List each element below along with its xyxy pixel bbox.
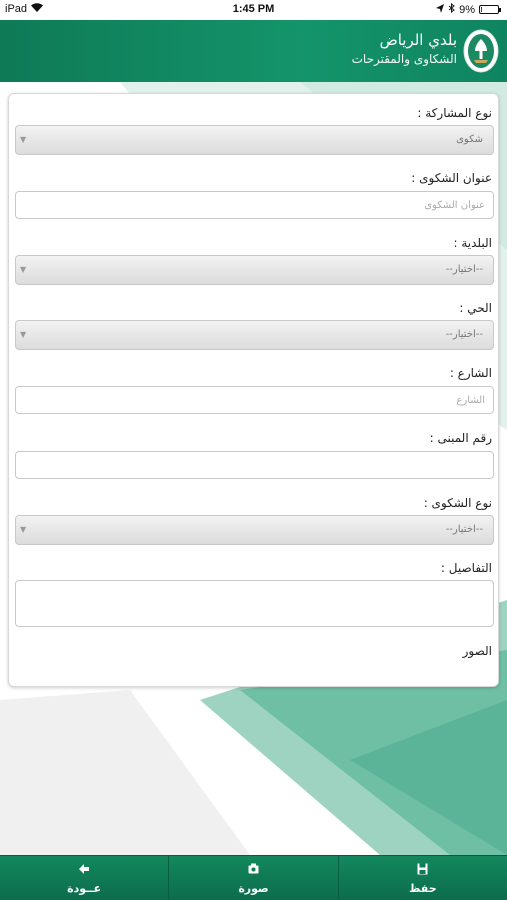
dropdown-arrow-icon: ▼ bbox=[20, 525, 27, 534]
status-time: 1:45 PM bbox=[232, 3, 275, 15]
dropdown-arrow-icon: ▼ bbox=[20, 265, 27, 274]
photos-label: الصور bbox=[462, 644, 492, 658]
save-label: حفظ bbox=[409, 882, 437, 895]
riyadh-emblem-icon bbox=[463, 29, 499, 73]
battery-percent: 9% bbox=[459, 3, 475, 16]
street-placeholder: الشارع bbox=[456, 395, 485, 406]
street-input[interactable]: الشارع bbox=[15, 386, 494, 414]
location-icon bbox=[436, 3, 445, 16]
street-label: الشارع : bbox=[449, 366, 492, 380]
district-value: --اختيار-- bbox=[445, 329, 483, 340]
back-button[interactable]: عــودة bbox=[0, 856, 168, 900]
details-textarea[interactable] bbox=[15, 580, 494, 627]
back-label: عــودة bbox=[67, 882, 102, 895]
camera-icon bbox=[169, 863, 337, 877]
floppy-disk-icon bbox=[339, 863, 507, 877]
status-right: 9% bbox=[436, 2, 501, 16]
complaint-form: نوع المشاركة : شكوى ▼ عنوان الشكوى : عنو… bbox=[8, 93, 499, 687]
complaint-title-input[interactable]: عنوان الشكوى bbox=[15, 191, 494, 219]
status-bar: iPad 1:45 PM 9% bbox=[0, 0, 507, 20]
complaint-title-placeholder: عنوان الشكوى bbox=[424, 200, 485, 211]
municipality-value: --اختيار-- bbox=[445, 264, 483, 275]
participation-type-label: نوع المشاركة : bbox=[417, 106, 492, 120]
dropdown-arrow-icon: ▼ bbox=[20, 330, 27, 339]
participation-type-value: شكوى bbox=[456, 134, 483, 145]
page-title: الشكاوى والمقترحات bbox=[351, 52, 457, 66]
district-select[interactable]: --اختيار-- ▼ bbox=[15, 320, 494, 350]
header-titles: بلدي الرياض الشكاوى والمقترحات bbox=[352, 30, 457, 68]
complaint-type-value: --اختيار-- bbox=[445, 524, 483, 535]
app-header: بلدي الرياض الشكاوى والمقترحات bbox=[0, 20, 507, 82]
dropdown-arrow-icon: ▼ bbox=[20, 135, 27, 144]
building-number-input[interactable] bbox=[15, 451, 494, 479]
photo-button[interactable]: صورة bbox=[168, 856, 337, 900]
bluetooth-icon bbox=[448, 2, 455, 16]
municipality-label: البلدية : bbox=[453, 236, 492, 250]
building-number-label: رقم المبنى : bbox=[429, 431, 492, 445]
complaint-type-select[interactable]: --اختيار-- ▼ bbox=[15, 515, 494, 545]
participation-type-select[interactable]: شكوى ▼ bbox=[15, 125, 494, 155]
app-title: بلدي الرياض bbox=[379, 31, 457, 49]
bottom-toolbar: عــودة صورة حفظ bbox=[0, 855, 507, 900]
details-label: التفاصيل : bbox=[440, 561, 492, 575]
save-button[interactable]: حفظ bbox=[337, 856, 507, 900]
battery-icon bbox=[479, 5, 501, 14]
arrow-left-icon bbox=[0, 863, 168, 877]
complaint-type-label: نوع الشكوى : bbox=[423, 496, 492, 510]
district-label: الحي : bbox=[459, 301, 492, 315]
complaint-title-label: عنوان الشكوى : bbox=[411, 171, 492, 185]
photo-label: صورة bbox=[238, 882, 269, 895]
municipality-select[interactable]: --اختيار-- ▼ bbox=[15, 255, 494, 285]
